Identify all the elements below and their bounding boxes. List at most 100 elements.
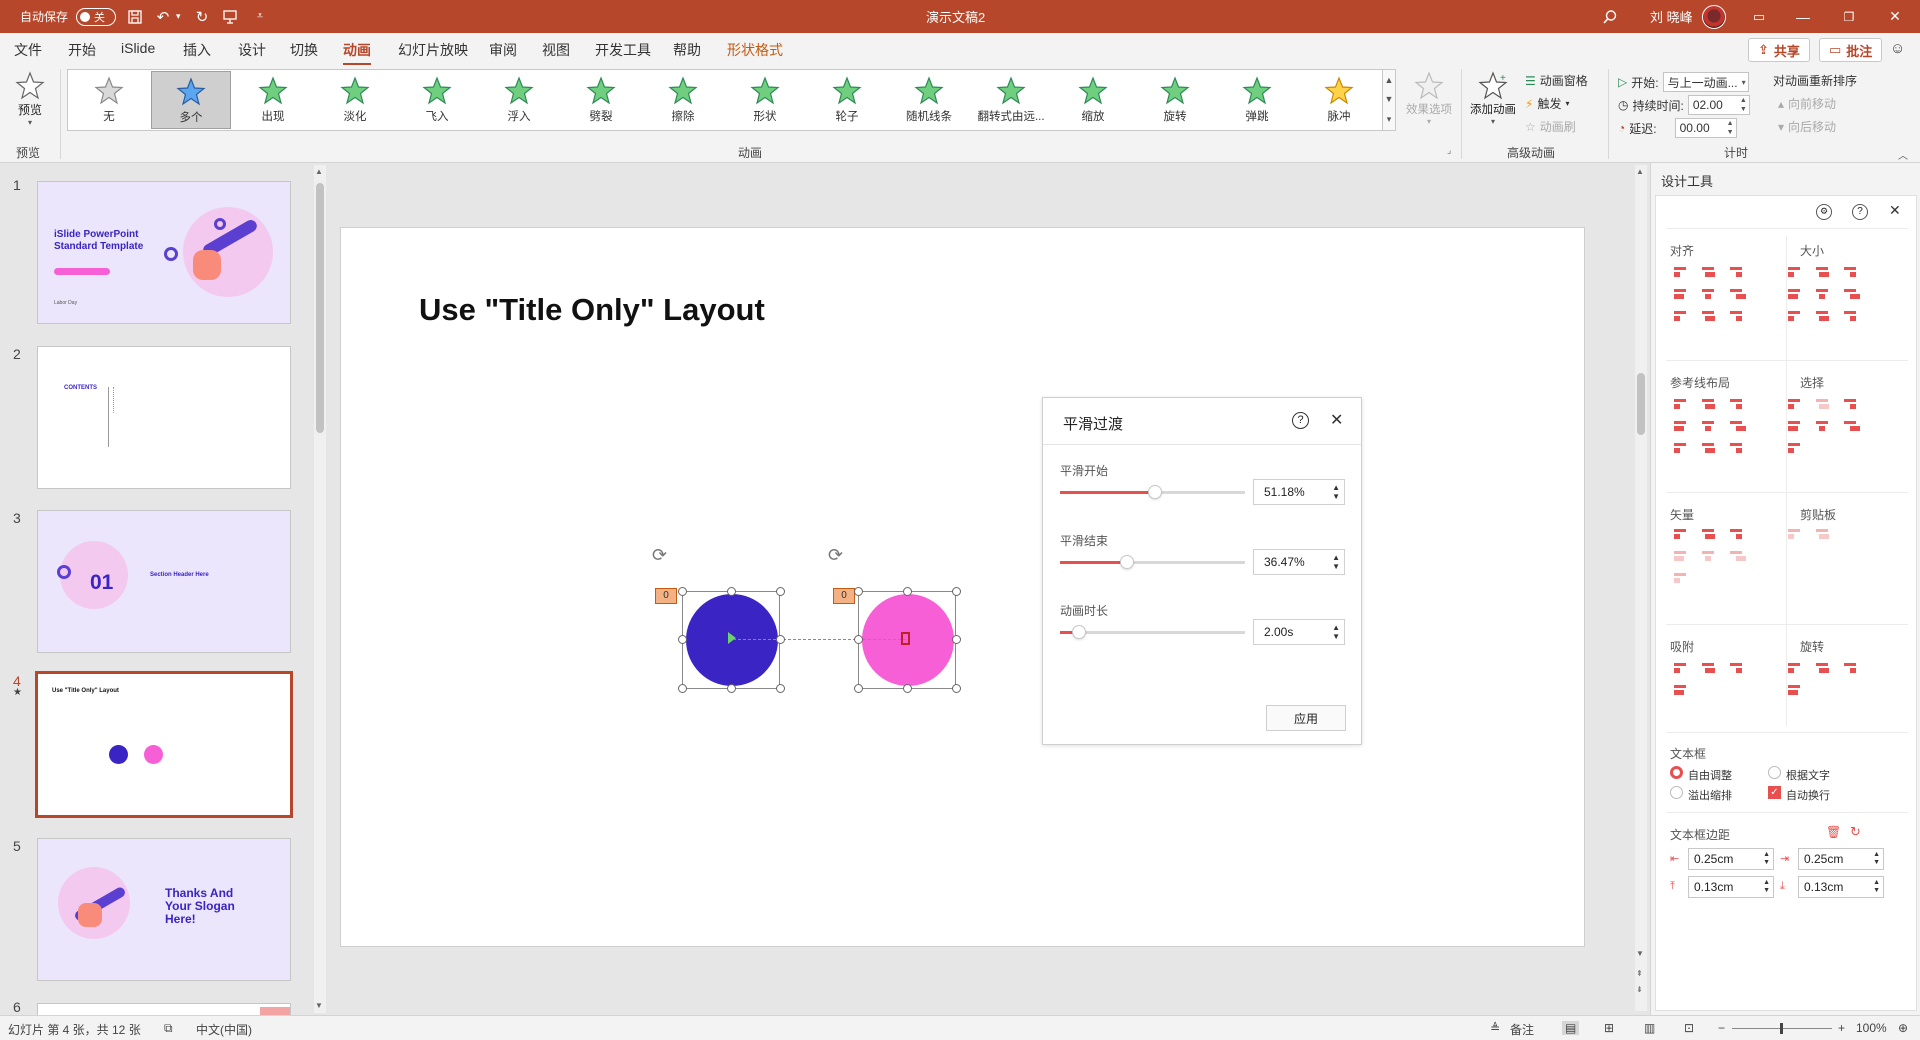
tab-transitions[interactable]: 切换 xyxy=(290,40,318,60)
tab-islide[interactable]: iSlide xyxy=(121,40,155,56)
smiley-icon[interactable]: ☺ xyxy=(1890,40,1905,57)
animation-option[interactable]: 擦除 xyxy=(643,71,723,129)
close-icon[interactable]: ✕ xyxy=(1872,0,1918,33)
smooth-end-slider[interactable] xyxy=(1060,555,1245,569)
slide-thumbnail-3[interactable]: 01 Section Header Here xyxy=(37,510,291,653)
add-animation-button[interactable]: + 添加动画 ▾ xyxy=(1468,71,1518,126)
slides-scrollbar[interactable]: ▲ ▼ xyxy=(314,165,326,1013)
user-name[interactable]: 刘 晓峰 xyxy=(1650,0,1693,33)
vector-tool-icon[interactable] xyxy=(1700,526,1716,542)
dialog-launcher-icon[interactable]: ⌟ xyxy=(1447,145,1451,156)
tab-review[interactable]: 审阅 xyxy=(489,40,517,60)
tab-shape-format[interactable]: 形状格式 xyxy=(727,40,783,60)
align-tool-icon[interactable] xyxy=(1728,264,1744,280)
vector-tool-icon[interactable] xyxy=(1672,570,1688,586)
animation-option[interactable]: 多个 xyxy=(151,71,231,129)
resize-handle[interactable] xyxy=(854,635,863,644)
tab-view[interactable]: 视图 xyxy=(542,40,570,60)
guides-tool-icon[interactable] xyxy=(1700,440,1716,456)
align-tool-icon[interactable] xyxy=(1700,308,1716,324)
zoom-out-icon[interactable]: − xyxy=(1718,1021,1725,1035)
vector-tool-icon[interactable] xyxy=(1700,548,1716,564)
rotate-tool-icon[interactable] xyxy=(1786,682,1802,698)
tab-slideshow[interactable]: 幻灯片放映 xyxy=(398,40,468,60)
slider-knob[interactable] xyxy=(1072,625,1086,639)
collapse-ribbon-icon[interactable]: ︿ xyxy=(1898,147,1908,162)
clipboard-tool-icon[interactable] xyxy=(1814,526,1830,542)
ribbon-display-icon[interactable]: ▭ xyxy=(1747,0,1771,33)
resize-handle[interactable] xyxy=(776,635,785,644)
resize-handle[interactable] xyxy=(678,684,687,693)
comments-button[interactable]: ▭ 批注 xyxy=(1819,38,1883,62)
align-tool-icon[interactable] xyxy=(1672,286,1688,302)
animation-tag[interactable]: 0 xyxy=(652,585,677,604)
slide-thumbnail-6[interactable] xyxy=(37,1003,291,1015)
normal-view-icon[interactable]: ▤ xyxy=(1562,1021,1580,1035)
scroll-up-icon[interactable]: ▲ xyxy=(315,167,323,176)
move-earlier-button[interactable]: ▴ 向前移动 xyxy=(1778,95,1836,112)
size-tool-icon[interactable] xyxy=(1842,286,1860,302)
tab-help[interactable]: 帮助 xyxy=(673,40,701,60)
resize-handle[interactable] xyxy=(952,635,961,644)
slide-title[interactable]: Use "Title Only" Layout xyxy=(419,292,765,328)
zoom-slider-knob[interactable] xyxy=(1780,1023,1783,1034)
smooth-start-slider[interactable] xyxy=(1060,485,1245,499)
size-tool-icon[interactable] xyxy=(1814,264,1830,280)
snap-tool-icon[interactable] xyxy=(1728,660,1744,676)
size-tool-icon[interactable] xyxy=(1786,286,1802,302)
tab-developer[interactable]: 开发工具 xyxy=(595,40,651,60)
refresh-icon[interactable]: ↻ xyxy=(1850,824,1861,840)
preview-button[interactable]: 预览 ▾ xyxy=(12,71,48,127)
duration-input[interactable]: 2.00s ▲ ▼ xyxy=(1253,619,1345,645)
slide-thumbnail-4[interactable]: Use "Title Only" Layout xyxy=(35,671,293,818)
size-tool-icon[interactable] xyxy=(1814,308,1830,324)
animation-option[interactable]: 弹跳 xyxy=(1217,71,1297,129)
animation-option[interactable]: 轮子 xyxy=(807,71,887,129)
slide-thumbnail-5[interactable]: Thanks And Your Slogan Here! xyxy=(37,838,291,981)
previous-slide-icon[interactable]: ⇞ xyxy=(1636,969,1643,978)
tab-design[interactable]: 设计 xyxy=(238,40,266,60)
resize-handle[interactable] xyxy=(727,587,736,596)
reading-view-icon[interactable]: ▥ xyxy=(1644,1021,1655,1035)
slideshow-icon[interactable]: ⊡ xyxy=(1684,1021,1694,1035)
resize-handle[interactable] xyxy=(678,587,687,596)
duration-input[interactable]: 02.00 ▲ ▼ xyxy=(1687,95,1750,115)
vector-tool-icon[interactable] xyxy=(1728,548,1746,564)
resize-handle[interactable] xyxy=(854,587,863,596)
resize-handle[interactable] xyxy=(952,684,961,693)
size-tool-icon[interactable] xyxy=(1814,286,1830,302)
select-tool-icon[interactable] xyxy=(1842,418,1860,434)
effect-options-button[interactable]: 效果选项 ▾ xyxy=(1403,71,1455,126)
guides-tool-icon[interactable] xyxy=(1672,418,1688,434)
share-button[interactable]: ⇪ 共享 xyxy=(1748,38,1810,62)
vector-tool-icon[interactable] xyxy=(1672,526,1688,542)
resize-handle[interactable] xyxy=(776,587,785,596)
gallery-up-icon[interactable]: ▲ xyxy=(1385,75,1394,85)
motion-path[interactable] xyxy=(733,639,906,640)
autofit-radio[interactable] xyxy=(1670,766,1683,779)
zoom-slider[interactable] xyxy=(1732,1023,1832,1034)
align-tool-icon[interactable] xyxy=(1672,264,1688,280)
start-select[interactable]: 与上一动画... ▾ xyxy=(1662,72,1749,92)
resize-handle[interactable] xyxy=(903,587,912,596)
vector-tool-icon[interactable] xyxy=(1672,548,1688,564)
animation-option[interactable]: 浮入 xyxy=(479,71,559,129)
slide-thumbnail-1[interactable]: iSlide PowerPoint Standard Template Labo… xyxy=(37,181,291,324)
zoom-in-icon[interactable]: + xyxy=(1838,1021,1845,1035)
align-tool-icon[interactable] xyxy=(1700,286,1716,302)
delete-icon[interactable]: 🗑 xyxy=(1826,825,1841,839)
gallery-down-icon[interactable]: ▼ xyxy=(1385,94,1394,104)
apply-button[interactable]: 应用 xyxy=(1266,705,1346,731)
guides-tool-icon[interactable] xyxy=(1672,396,1688,412)
slide-thumbnail-2[interactable]: CONTENTS xyxy=(37,346,291,489)
wrap-checkbox[interactable]: ✓ xyxy=(1768,786,1781,799)
margin-bottom-input[interactable]: 0.13cm ▲ ▼ xyxy=(1798,876,1884,898)
snap-tool-icon[interactable] xyxy=(1672,682,1688,698)
avatar[interactable] xyxy=(1702,0,1726,33)
tab-insert[interactable]: 插入 xyxy=(183,40,211,60)
spin-icon[interactable]: ▲ ▼ xyxy=(1332,623,1340,641)
fit-text-radio[interactable] xyxy=(1768,766,1781,779)
zoom-level[interactable]: 100% xyxy=(1856,1021,1887,1035)
animation-option[interactable]: 脉冲 xyxy=(1299,71,1379,129)
rotate-handle-icon[interactable]: ⟳ xyxy=(828,545,843,566)
